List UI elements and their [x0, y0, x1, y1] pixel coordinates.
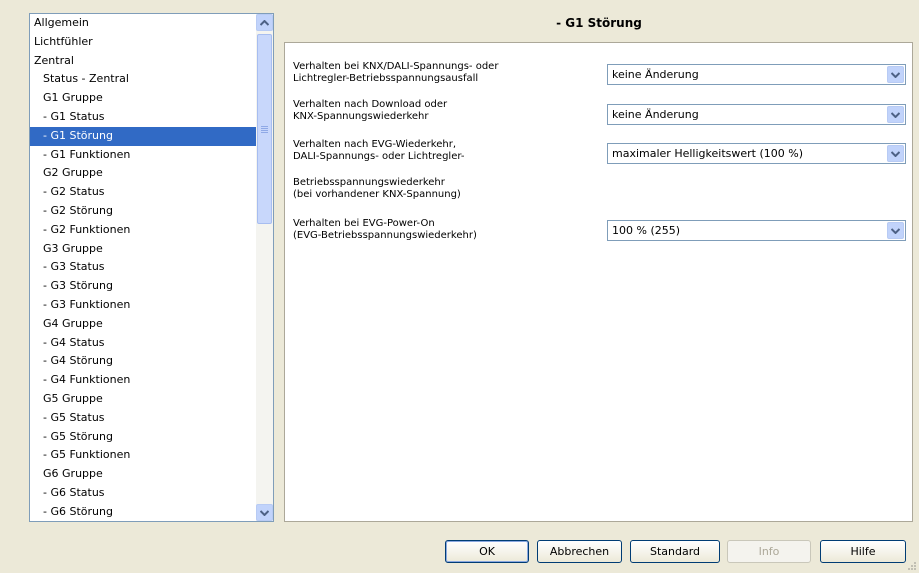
scroll-thumb[interactable]: [257, 34, 272, 224]
chevron-down-icon: [891, 111, 900, 118]
chevron-up-icon: [260, 19, 269, 26]
grip-icon: [261, 125, 268, 133]
tree-item-g1-gruppe[interactable]: G1 Gruppe: [30, 89, 256, 108]
tree-item-g3-funktionen[interactable]: - G3 Funktionen: [30, 296, 256, 315]
dropdown-button[interactable]: [887, 222, 904, 239]
info-button: Info: [727, 540, 811, 563]
tree-item-zentral[interactable]: Zentral: [30, 52, 256, 71]
select-value: 100 % (255): [612, 224, 681, 237]
tree-item-allgemein[interactable]: Allgemein: [30, 14, 256, 33]
tree-item-g3-störung[interactable]: - G3 Störung: [30, 277, 256, 296]
evg-return-select[interactable]: maximaler Helligkeitswert (100 %): [607, 143, 906, 164]
param-label-supply-failure: Verhalten bei KNX/DALI-Spannungs- oder L…: [293, 61, 499, 84]
download-select[interactable]: keine Änderung: [607, 104, 906, 125]
tree-item-status-zentral[interactable]: Status - Zentral: [30, 70, 256, 89]
tree-items: Allgemein Lichtfühler Zentral Status - Zent…: [30, 14, 256, 521]
tree-item-g4-störung[interactable]: - G4 Störung: [30, 352, 256, 371]
power-on-select[interactable]: 100 % (255): [607, 220, 906, 241]
parameter-panel: Verhalten bei KNX/DALI-Spannungs- oder L…: [284, 42, 913, 522]
tree-item-g1-status[interactable]: - G1 Status: [30, 108, 256, 127]
tree-item-g3-gruppe[interactable]: G3 Gruppe: [30, 240, 256, 259]
tree-item-g2-gruppe[interactable]: G2 Gruppe: [30, 164, 256, 183]
tree-item-g6-störung[interactable]: - G6 Störung: [30, 503, 256, 521]
select-value: keine Änderung: [612, 108, 699, 121]
ok-button[interactable]: OK: [445, 540, 529, 563]
select-value: keine Änderung: [612, 68, 699, 81]
tree-item-g2-status[interactable]: - G2 Status: [30, 183, 256, 202]
chevron-down-icon: [891, 150, 900, 157]
dropdown-button[interactable]: [887, 106, 904, 123]
tree-item-g1-störung[interactable]: - G1 Störung: [30, 126, 256, 146]
param-label-evg-return: Verhalten nach EVG-Wiederkehr, DALI-Span…: [293, 139, 465, 200]
chevron-down-icon: [891, 227, 900, 234]
tree-item-g6-gruppe[interactable]: G6 Gruppe: [30, 465, 256, 484]
tree-item-lichtfühler[interactable]: Lichtfühler: [30, 33, 256, 52]
tree-item-g4-gruppe[interactable]: G4 Gruppe: [30, 315, 256, 334]
tree-item-g2-funktionen[interactable]: - G2 Funktionen: [30, 221, 256, 240]
chevron-down-icon: [891, 71, 900, 78]
tree-item-g6-status[interactable]: - G6 Status: [30, 484, 256, 503]
tree-item-g1-funktionen[interactable]: - G1 Funktionen: [30, 146, 256, 165]
tree-item-g5-gruppe[interactable]: G5 Gruppe: [30, 390, 256, 409]
select-value: maximaler Helligkeitswert (100 %): [612, 147, 803, 160]
tree-item-g3-status[interactable]: - G3 Status: [30, 258, 256, 277]
supply-failure-select[interactable]: keine Änderung: [607, 64, 906, 85]
standard-button[interactable]: Standard: [630, 540, 720, 563]
resize-grip-icon[interactable]: [906, 560, 917, 571]
param-label-power-on: Verhalten bei EVG-Power-On (EVG-Betriebs…: [293, 218, 477, 241]
cancel-button[interactable]: Abbrechen: [537, 540, 622, 563]
param-label-download: Verhalten nach Download oder KNX-Spannun…: [293, 99, 448, 122]
page-title: - G1 Störung: [556, 16, 642, 30]
scroll-up-button[interactable]: [256, 14, 273, 31]
dropdown-button[interactable]: [887, 66, 904, 83]
tree-item-g4-funktionen[interactable]: - G4 Funktionen: [30, 371, 256, 390]
tree-scrollbar[interactable]: [256, 14, 273, 521]
tree-item-g5-funktionen[interactable]: - G5 Funktionen: [30, 446, 256, 465]
scroll-down-button[interactable]: [256, 504, 273, 521]
parameter-tree[interactable]: Allgemein Lichtfühler Zentral Status - Zent…: [29, 13, 274, 522]
tree-item-g2-störung[interactable]: - G2 Störung: [30, 202, 256, 221]
tree-item-g4-status[interactable]: - G4 Status: [30, 334, 256, 353]
tree-item-g5-status[interactable]: - G5 Status: [30, 409, 256, 428]
tree-item-g5-störung[interactable]: - G5 Störung: [30, 428, 256, 447]
dropdown-button[interactable]: [887, 145, 904, 162]
chevron-down-icon: [260, 509, 269, 516]
help-button[interactable]: Hilfe: [820, 540, 906, 563]
